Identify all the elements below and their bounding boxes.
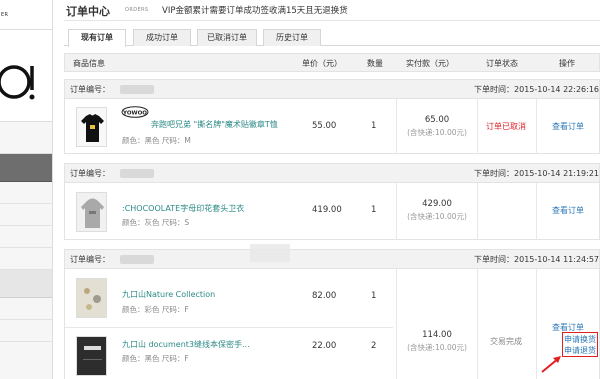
product-thumbnail[interactable] — [76, 192, 107, 232]
page-title: 订单中心 — [66, 5, 110, 18]
order-total: 65.00 — [424, 115, 450, 125]
redaction-patch — [250, 244, 290, 262]
sidebar-section-head — [0, 270, 52, 298]
product-thumbnail[interactable] — [76, 278, 107, 318]
col-price: 单价（元） — [302, 59, 342, 68]
order-item: 九口山 document3缝线本保密手... 颜色：黑色 尺码：F 22.00 … — [65, 328, 393, 379]
sidebar-item[interactable] — [0, 182, 52, 204]
exchange-return-box: 申请换货 申请退货 — [562, 332, 598, 357]
order-body: 九口山Nature Collection 颜色：彩色 尺码：F 82.00 1 … — [65, 269, 599, 379]
unit-price: 22.00 — [312, 341, 337, 351]
product-attrs: 颜色：黑色 尺码：F — [122, 354, 189, 363]
product-thumbnail[interactable] — [76, 336, 107, 376]
shipping-note: (含快递:10.00元) — [407, 128, 467, 137]
sidebar-item[interactable] — [0, 204, 52, 226]
product-attrs: 颜色：黑色 尺码：M — [122, 136, 191, 145]
product-attrs: 颜色：彩色 尺码：F — [122, 305, 189, 314]
unit-price: 82.00 — [312, 291, 337, 301]
order-body: :CHOCOOLATE字母印花套头卫衣 颜色：灰色 尺码：S 419.00 1 … — [65, 183, 599, 240]
page-title-en: ORDERS — [125, 7, 149, 13]
order-total: 114.00 — [422, 330, 452, 340]
notebook-icon — [77, 279, 106, 317]
order-card: 订单编号： 下单时间：2015-10-14 22:26:16 YOWOO 奔跑吧… — [64, 79, 600, 154]
order-status: 交易完成 — [490, 337, 522, 346]
order-item: :CHOCOOLATE字母印花套头卫衣 颜色：灰色 尺码：S 419.00 1 — [65, 183, 393, 240]
order-status: 订单已取消 — [486, 122, 526, 131]
request-exchange-link[interactable]: 申请换货 — [563, 334, 597, 345]
brand-logo-icon — [0, 65, 35, 100]
sidebar-section — [0, 122, 52, 154]
order-header: 订单编号： 下单时间：2015-10-14 21:19:21 — [65, 164, 599, 183]
vip-notice: VIP金额累计需要订单成功签收满15天且无退换货 — [162, 6, 348, 16]
order-item: YOWOO 奔跑吧兄弟 "撕名牌"魔术贴徽章T恤 颜色：黑色 尺码：M 55.0… — [65, 99, 393, 154]
view-order-link[interactable]: 查看订单 — [537, 205, 599, 216]
quantity: 2 — [371, 341, 377, 351]
yowoo-badge-icon: YOWOO — [121, 106, 149, 118]
order-center: 订单中心 ORDERS VIP金额累计需要订单成功签收满15天且无退换货 现有订… — [53, 0, 600, 379]
order-header: 订单编号： 下单时间：2015-10-14 11:24:57 — [65, 250, 599, 269]
order-number-label: 订单编号： — [70, 255, 110, 264]
product-name-link[interactable]: 奔跑吧兄弟 "撕名牌"魔术贴徽章T恤 — [151, 119, 278, 130]
product-name-link[interactable]: 九口山 document3缝线本保密手... — [122, 339, 250, 350]
document-book-icon — [77, 337, 106, 375]
quantity: 1 — [371, 121, 377, 131]
order-time: 下单时间：2015-10-14 11:24:57 — [474, 255, 599, 264]
request-return-link[interactable]: 申请退货 — [563, 345, 597, 356]
order-card: 订单编号： 下单时间：2015-10-14 11:24:57 九口山Nature… — [64, 249, 600, 379]
unit-price: 55.00 — [312, 121, 337, 131]
col-status: 订单状态 — [486, 59, 518, 68]
col-qty: 数量 — [367, 59, 383, 68]
red-arrow-icon — [541, 356, 561, 373]
sidebar-item[interactable] — [0, 298, 52, 320]
svg-text:YOWOO: YOWOO — [122, 110, 147, 116]
quantity: 1 — [371, 205, 377, 215]
order-number-label: 订单编号： — [70, 169, 110, 178]
product-name-link[interactable]: :CHOCOOLATE字母印花套头卫衣 — [122, 203, 244, 214]
order-number-label: 订单编号： — [70, 85, 110, 94]
product-thumbnail[interactable] — [76, 107, 107, 147]
sidebar-item[interactable] — [0, 226, 52, 248]
left-sidebar: ER — [0, 0, 53, 379]
tab-current-orders[interactable]: 现有订单 — [68, 29, 126, 47]
tab-history-orders[interactable]: 历史订单 — [263, 29, 321, 46]
shipping-note: (含快递:10.00元) — [407, 212, 467, 221]
sidebar-item-active[interactable] — [0, 154, 52, 182]
product-name-link[interactable]: 九口山Nature Collection — [122, 289, 215, 300]
order-time: 下单时间：2015-10-14 22:26:16 — [474, 85, 599, 94]
sidebar-item[interactable] — [0, 320, 52, 342]
sidebar-top: ER — [0, 0, 52, 30]
col-action: 操作 — [559, 59, 575, 68]
hoodie-icon — [77, 193, 106, 231]
sidebar-item[interactable] — [0, 248, 52, 270]
quantity: 1 — [371, 291, 377, 301]
product-attrs: 颜色：灰色 尺码：S — [122, 218, 190, 227]
table-header: 商品信息 单价（元） 数量 实付款（元） 订单状态 操作 — [64, 53, 600, 72]
title-bar: 订单中心 ORDERS VIP金额累计需要订单成功签收满15天且无退换货 — [64, 0, 600, 21]
order-number-redacted — [120, 85, 154, 94]
shipping-note: (含快递:10.00元) — [407, 343, 467, 352]
order-card: 订单编号： 下单时间：2015-10-14 21:19:21 :CHOCOOLA… — [64, 163, 600, 240]
order-time: 下单时间：2015-10-14 21:19:21 — [474, 169, 599, 178]
order-number-redacted — [120, 169, 154, 178]
order-tabs: 现有订单 成功订单 已取消订单 历史订单 — [64, 29, 600, 47]
order-item: 九口山Nature Collection 颜色：彩色 尺码：F 82.00 1 — [65, 269, 393, 324]
sidebar-top-label: ER — [1, 12, 9, 18]
view-order-link[interactable]: 查看订单 — [537, 121, 599, 132]
tshirt-icon — [81, 114, 104, 142]
sidebar-logo — [0, 30, 52, 122]
col-product: 商品信息 — [73, 59, 105, 68]
tab-cancelled-orders[interactable]: 已取消订单 — [197, 29, 257, 46]
order-header: 订单编号： 下单时间：2015-10-14 22:26:16 — [65, 80, 599, 99]
order-body: YOWOO 奔跑吧兄弟 "撕名牌"魔术贴徽章T恤 颜色：黑色 尺码：M 55.0… — [65, 99, 599, 154]
order-total: 429.00 — [422, 199, 452, 209]
col-paid: 实付款（元） — [406, 59, 454, 68]
order-number-redacted — [120, 255, 154, 264]
tab-successful-orders[interactable]: 成功订单 — [133, 29, 191, 46]
unit-price: 419.00 — [312, 205, 342, 215]
